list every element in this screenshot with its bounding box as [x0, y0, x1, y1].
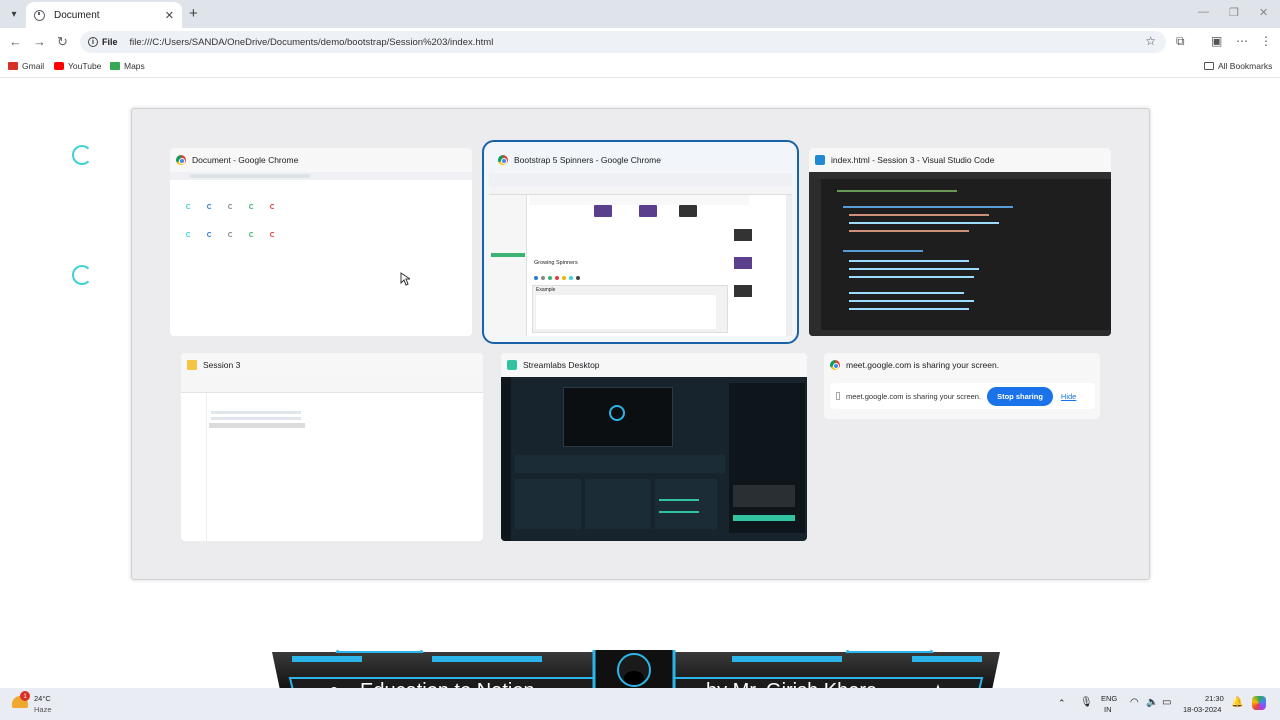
- spinner-icon: [72, 145, 92, 165]
- bookmark-label: Gmail: [22, 61, 45, 71]
- globe-icon: [34, 9, 45, 21]
- window-thumbnail: [501, 377, 807, 541]
- bookmark-label: Maps: [124, 61, 145, 71]
- stop-sharing-button[interactable]: Stop sharing: [987, 386, 1053, 406]
- window-picker: Document - Google Chrome Bootstrap 5 Spi…: [131, 108, 1150, 580]
- minimize-icon[interactable]: —: [1198, 6, 1209, 18]
- taskbar: 1 24°C Haze ⌃ 🎙 ENG IN ◠ 🔈 ▭ 21:30 18-03…: [0, 688, 1280, 720]
- card-header: meet.google.com is sharing your screen.: [824, 353, 1100, 377]
- bookmark-star-icon[interactable]: ☆: [1145, 34, 1156, 48]
- window-card-vscode[interactable]: index.html - Session 3 - Visual Studio C…: [809, 148, 1111, 336]
- microphone-icon[interactable]: 🎙: [1080, 697, 1093, 708]
- browser-toolbar: ← → ↻ i File file:///C:/Users/SANDA/OneD…: [0, 28, 1280, 56]
- bookmark-label: YouTube: [68, 61, 102, 71]
- drag-handle-icon: [836, 392, 840, 400]
- card-header: Session 3: [181, 353, 483, 377]
- sharing-bar: meet.google.com is sharing your screen. …: [830, 383, 1095, 409]
- show-hidden-icons-icon[interactable]: ⌃: [1058, 698, 1066, 709]
- side-panel-icon[interactable]: ▣: [1211, 35, 1223, 47]
- card-title: Streamlabs Desktop: [523, 360, 600, 370]
- window-thumbnail: Growing Spinners Example: [489, 173, 792, 336]
- clock-date[interactable]: 18-03-2024: [1183, 705, 1221, 714]
- card-header: index.html - Session 3 - Visual Studio C…: [809, 148, 1111, 172]
- window-card-streamlabs[interactable]: Streamlabs Desktop: [501, 353, 807, 541]
- url-text[interactable]: file:///C:/Users/SANDA/OneDrive/Document…: [130, 37, 494, 48]
- window-thumbnail: [809, 172, 1111, 336]
- back-icon[interactable]: ←: [9, 34, 22, 49]
- close-window-icon[interactable]: ✕: [1259, 6, 1268, 19]
- chrome-icon: [176, 155, 186, 165]
- window-card-session-3[interactable]: Session 3: [181, 353, 483, 541]
- card-title: meet.google.com is sharing your screen.: [846, 360, 1000, 370]
- menu-icon[interactable]: ⋮: [1260, 35, 1272, 47]
- example-label: Example: [536, 287, 556, 293]
- clock-time[interactable]: 21:30: [1205, 694, 1224, 703]
- tab-search-button[interactable]: ▾: [4, 4, 24, 24]
- weather-desc: Haze: [34, 705, 52, 714]
- maps-icon: [110, 62, 120, 70]
- streamlabs-icon: [507, 360, 517, 370]
- all-bookmarks-label: All Bookmarks: [1218, 61, 1273, 71]
- volume-icon[interactable]: 🔈: [1146, 697, 1158, 708]
- section-heading: Growing Spinners: [534, 260, 578, 266]
- window-thumbnail: [170, 172, 472, 336]
- mouse-cursor-icon: [400, 272, 410, 286]
- card-header: Bootstrap 5 Spinners - Google Chrome: [492, 148, 797, 172]
- vscode-icon: [815, 155, 825, 165]
- tab-strip: ▾ Document ✕ + — ❐ ✕: [0, 0, 1280, 28]
- weather-temp: 24°C: [34, 694, 51, 703]
- tab-document[interactable]: Document ✕: [26, 2, 182, 28]
- tab-title: Document: [54, 9, 100, 21]
- copilot-icon[interactable]: [1252, 696, 1266, 710]
- window-card-bootstrap-spinners[interactable]: Bootstrap 5 Spinners - Google Chrome Gro…: [482, 140, 799, 344]
- chrome-icon: [830, 360, 840, 370]
- card-header: Streamlabs Desktop: [501, 353, 807, 377]
- extensions-icon[interactable]: ⧉: [1176, 35, 1188, 47]
- bookmark-maps[interactable]: Maps: [110, 61, 145, 71]
- folder-icon: [1204, 62, 1214, 70]
- all-bookmarks[interactable]: All Bookmarks: [1204, 61, 1272, 71]
- bookmark-gmail[interactable]: Gmail: [8, 61, 44, 71]
- close-tab-icon[interactable]: ✕: [165, 9, 174, 22]
- media-icon[interactable]: ⋯: [1236, 35, 1248, 47]
- youtube-icon: [54, 62, 64, 70]
- chrome-icon: [498, 155, 508, 165]
- wifi-icon[interactable]: ◠: [1130, 697, 1139, 708]
- notifications-bell-icon[interactable]: 🔔: [1231, 697, 1243, 708]
- window-thumbnail: [181, 377, 483, 541]
- notification-badge: 1: [20, 691, 30, 701]
- address-bar[interactable]: i File file:///C:/Users/SANDA/OneDrive/D…: [80, 31, 1166, 53]
- bookmarks-bar: Gmail YouTube Maps All Bookmarks: [0, 56, 1280, 78]
- file-chip-label: File: [102, 37, 118, 47]
- forward-icon[interactable]: →: [33, 34, 46, 49]
- card-title: Document - Google Chrome: [192, 155, 299, 165]
- language-region[interactable]: IN: [1104, 705, 1112, 714]
- language-en[interactable]: ENG: [1101, 694, 1117, 703]
- new-tab-button[interactable]: +: [189, 5, 198, 22]
- battery-icon[interactable]: ▭: [1162, 697, 1171, 708]
- bookmark-youtube[interactable]: YouTube: [54, 61, 101, 71]
- window-card-meet-sharing[interactable]: meet.google.com is sharing your screen. …: [824, 353, 1100, 419]
- window-card-document[interactable]: Document - Google Chrome: [170, 148, 472, 336]
- card-title: Bootstrap 5 Spinners - Google Chrome: [514, 155, 661, 165]
- restore-icon[interactable]: ❐: [1229, 6, 1239, 19]
- spinner-icon: [72, 265, 92, 285]
- gmail-icon: [8, 62, 18, 70]
- site-info-chip[interactable]: i File: [88, 37, 118, 47]
- card-title: Session 3: [203, 360, 241, 370]
- card-header: Document - Google Chrome: [170, 148, 472, 172]
- folder-icon: [187, 360, 197, 370]
- info-icon: i: [88, 37, 98, 47]
- reload-icon[interactable]: ↻: [57, 34, 68, 50]
- hide-link[interactable]: Hide: [1061, 392, 1076, 401]
- sharing-message: meet.google.com is sharing your screen.: [846, 391, 982, 401]
- card-title: index.html - Session 3 - Visual Studio C…: [831, 155, 995, 165]
